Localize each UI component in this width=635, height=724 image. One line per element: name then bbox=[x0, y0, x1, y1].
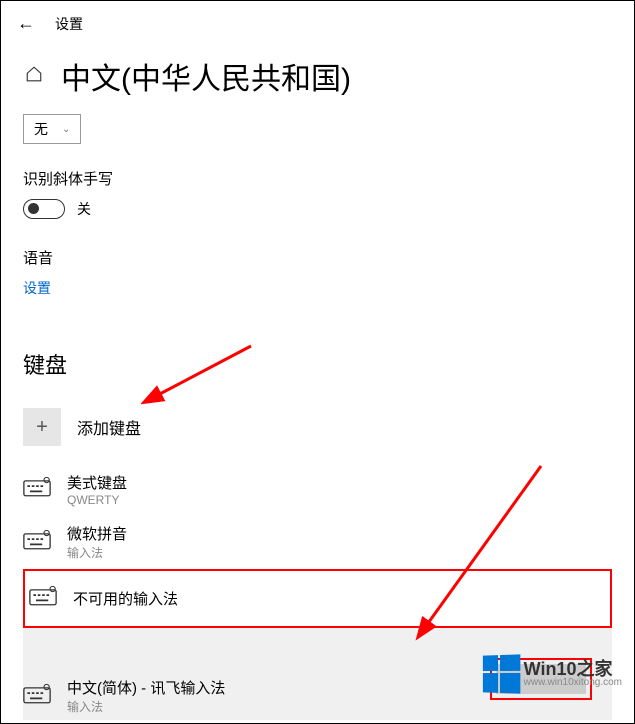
speech-settings-link[interactable]: 设置 bbox=[23, 278, 612, 298]
chevron-down-icon: ⌄ bbox=[62, 124, 70, 135]
keyboard-sub: 输入法 bbox=[67, 544, 127, 561]
plus-icon: + bbox=[23, 408, 61, 446]
keyboard-name: 微软拼音 bbox=[67, 523, 127, 544]
keyboard-icon bbox=[23, 529, 51, 556]
add-keyboard-button[interactable]: + 添加键盘 bbox=[23, 408, 612, 446]
home-icon[interactable] bbox=[25, 65, 43, 88]
keyboard-icon bbox=[23, 683, 51, 710]
keyboard-icon bbox=[23, 476, 51, 503]
keyboards-heading: 键盘 bbox=[23, 348, 612, 380]
language-dropdown[interactable]: 无 ⌄ bbox=[23, 114, 81, 144]
dropdown-value: 无 bbox=[34, 119, 48, 139]
keyboard-name: 不可用的输入法 bbox=[73, 588, 178, 609]
watermark-url: www.win10xitong.com bbox=[524, 678, 622, 688]
keyboard-item[interactable]: 中文(简体) - 讯飞输入法 输入法 bbox=[23, 677, 225, 715]
keyboard-name: 美式键盘 bbox=[67, 472, 127, 493]
keyboard-sub: 输入法 bbox=[67, 698, 225, 715]
keyboard-sub: QWERTY bbox=[67, 493, 127, 507]
toggle-state: 关 bbox=[77, 199, 91, 219]
keyboard-item-selected[interactable]: 不可用的输入法 bbox=[23, 569, 612, 628]
keyboard-name: 中文(简体) - 讯飞输入法 bbox=[67, 677, 225, 698]
watermark: Win10之家 www.win10xitong.com bbox=[482, 655, 622, 693]
header-title: 设置 bbox=[55, 14, 83, 34]
back-button[interactable]: ← bbox=[17, 13, 35, 34]
keyboard-icon bbox=[29, 585, 57, 612]
add-keyboard-label: 添加键盘 bbox=[77, 415, 141, 439]
handwriting-toggle[interactable] bbox=[23, 199, 65, 219]
keyboard-item[interactable]: 微软拼音 输入法 bbox=[23, 515, 612, 569]
keyboard-item[interactable]: 美式键盘 QWERTY bbox=[23, 464, 612, 515]
speech-label: 语音 bbox=[23, 247, 612, 268]
windows-logo-icon bbox=[483, 654, 520, 693]
watermark-title: Win10之家 bbox=[524, 660, 622, 678]
page-title: 中文(中华人民共和国) bbox=[61, 54, 351, 98]
handwriting-label: 识别斜体手写 bbox=[23, 168, 612, 189]
